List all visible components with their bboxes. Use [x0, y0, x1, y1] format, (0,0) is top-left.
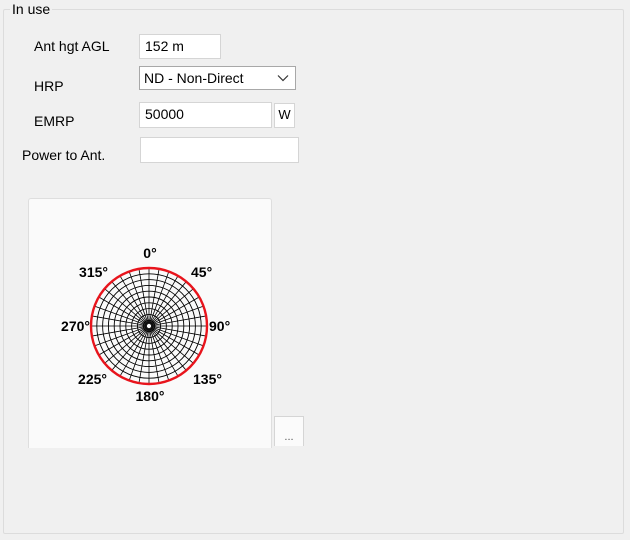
polar-spoke [119, 275, 148, 324]
polar-spoke [98, 296, 147, 325]
polar-spoke [151, 326, 207, 337]
polar-spoke [119, 328, 148, 377]
emrp-label: EMRP [34, 113, 75, 129]
dir-label-270: 270° [61, 318, 90, 334]
polar-spoke [149, 268, 160, 324]
dir-label-45: 45° [191, 264, 212, 280]
power-label: Power to Ant. [22, 147, 106, 163]
polar-spoke [91, 326, 147, 337]
polar-spoke [151, 327, 200, 356]
dir-label-315: 315° [79, 264, 108, 280]
ant-height-label: Ant hgt AGL [34, 38, 110, 54]
chevron-down-icon [276, 67, 290, 89]
polar-spoke [111, 328, 148, 371]
polar-spoke [150, 328, 187, 371]
polar-spoke [91, 315, 147, 326]
polar-spoke [150, 281, 187, 324]
polar-spoke [98, 327, 147, 356]
hrp-label: HRP [34, 78, 64, 94]
more-button[interactable]: ... [274, 416, 304, 446]
dir-label-135: 135° [193, 371, 222, 387]
polar-spoke [138, 328, 149, 384]
dir-label-180: 180° [136, 388, 165, 404]
polar-spoke [149, 328, 160, 384]
hrp-select-value: ND - Non-Direct [144, 70, 244, 86]
group-title: In use [10, 1, 53, 17]
dir-label-225: 225° [78, 371, 107, 387]
dir-label-90: 90° [209, 318, 230, 334]
polar-spoke [151, 296, 200, 325]
emrp-field[interactable]: 50000 [139, 102, 272, 128]
polar-spoke [150, 275, 179, 324]
polar-spoke [104, 288, 147, 325]
polar-spoke [104, 327, 147, 364]
polar-spoke [151, 288, 194, 325]
emrp-unit-button[interactable]: W [274, 103, 295, 128]
dir-label-0: 0° [143, 245, 156, 261]
hrp-select[interactable]: ND - Non-Direct [139, 66, 296, 90]
ant-height-field[interactable]: 152 m [139, 34, 221, 59]
polar-spoke [151, 327, 194, 364]
polar-spoke [111, 281, 148, 324]
pattern-panel[interactable]: 0° 45° 90° 135° 180° 225° 270° 315° [28, 198, 272, 448]
polar-spoke [138, 268, 149, 324]
polar-spoke [151, 315, 207, 326]
polar-pattern-chart: 0° 45° 90° 135° 180° 225° 270° 315° [61, 245, 230, 404]
power-field[interactable] [140, 137, 299, 163]
polar-spoke [150, 328, 179, 377]
polar-center [145, 322, 153, 330]
